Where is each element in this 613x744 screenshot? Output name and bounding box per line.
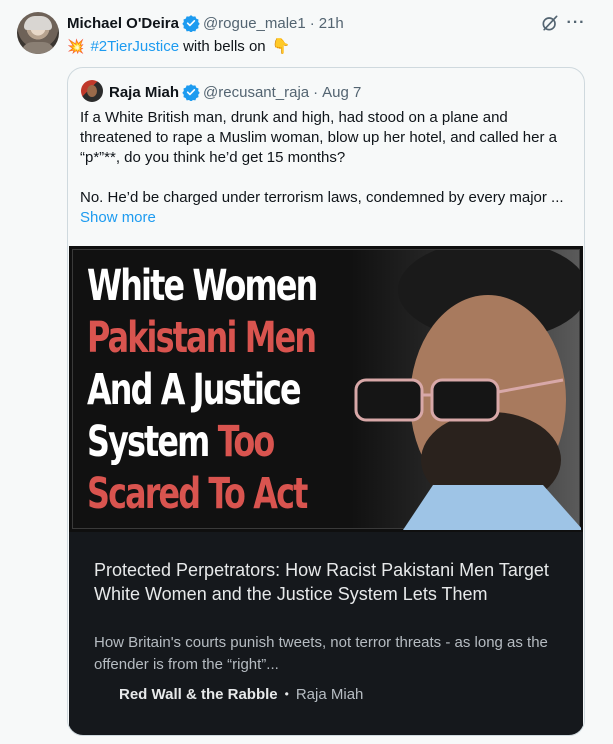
- pointing-down-emoji: 👇: [271, 38, 291, 55]
- card-author[interactable]: Raja Miah: [296, 686, 364, 703]
- quote-separator: ·: [313, 83, 319, 101]
- separator: ·: [309, 14, 315, 32]
- avatar[interactable]: [17, 12, 59, 54]
- headline-line-5: Scared To Act: [87, 469, 308, 519]
- card-title[interactable]: Protected Perpetrators: How Racist Pakis…: [94, 558, 564, 606]
- quote-text-line: No. He’d be charged under terrorism laws…: [80, 189, 564, 206]
- image-frame: White Women Pakistani Men And A Justice …: [72, 249, 581, 530]
- tweet-text-rest: with bells on: [183, 37, 266, 55]
- quote-author-handle[interactable]: @recusant_raja: [203, 84, 309, 101]
- headline-line-4a: System: [87, 417, 210, 467]
- burst-emoji: 💥: [67, 37, 85, 54]
- timestamp[interactable]: 21h: [319, 15, 344, 32]
- quote-text-line: If a White British man, drunk and high, …: [80, 109, 508, 126]
- quote-avatar[interactable]: [81, 80, 103, 102]
- quote-author-name[interactable]: Raja Miah: [109, 84, 179, 101]
- headline-line-1: White Women: [87, 261, 318, 311]
- grok-icon[interactable]: [540, 13, 560, 33]
- author-name[interactable]: Michael O'Deira: [67, 15, 179, 32]
- link-card-body[interactable]: Protected Perpetrators: How Racist Pakis…: [69, 532, 583, 735]
- avatar-shirt: [21, 42, 55, 54]
- quote-text: If a White British man, drunk and high, …: [80, 108, 580, 208]
- quote-text-line: threatened to rape a Muslim woman, blow …: [80, 129, 557, 146]
- quoted-tweet[interactable]: Raja Miah @recusant_raja · Aug 7 If a Wh…: [67, 67, 585, 736]
- tweet[interactable]: Michael O'Deira @rogue_male1 · 21h ··· 💥…: [0, 0, 613, 744]
- show-more-link[interactable]: Show more: [80, 209, 156, 226]
- headline-line-4: System Too: [87, 416, 316, 468]
- footer-bullet: •: [284, 687, 289, 701]
- tweet-text: 💥 #2TierJustice with bells on 👇: [67, 36, 290, 56]
- publication-name[interactable]: Red Wall & the Rabble: [119, 686, 278, 703]
- tweet-header: Michael O'Deira @rogue_male1 · 21h: [67, 13, 344, 33]
- headline-line-2: Pakistani Men: [87, 313, 317, 363]
- author-handle[interactable]: @rogue_male1: [203, 15, 306, 32]
- image-headline: White Women Pakistani Men And A Justice …: [87, 260, 318, 520]
- headline-line-3: And A Justice: [87, 365, 302, 415]
- link-card-image[interactable]: White Women Pakistani Men And A Justice …: [69, 246, 583, 532]
- quote-header: Raja Miah @recusant_raja · Aug 7: [109, 82, 361, 102]
- verified-badge-icon: [182, 15, 200, 32]
- card-footer: Red Wall & the Rabble • Raja Miah: [119, 684, 363, 704]
- headline-line-4b: Too: [217, 417, 276, 467]
- card-description: How Britain's courts punish tweets, not …: [94, 634, 548, 673]
- verified-badge-icon: [182, 84, 200, 101]
- hashtag-link[interactable]: #2TierJustice: [90, 38, 179, 55]
- avatar-hair: [24, 16, 52, 30]
- quote-timestamp[interactable]: Aug 7: [322, 84, 361, 101]
- quote-avatar-face: [87, 85, 97, 97]
- quote-text-line: “p*”**, do you think he’d get 15 months?: [80, 149, 346, 166]
- more-icon[interactable]: ···: [566, 13, 586, 33]
